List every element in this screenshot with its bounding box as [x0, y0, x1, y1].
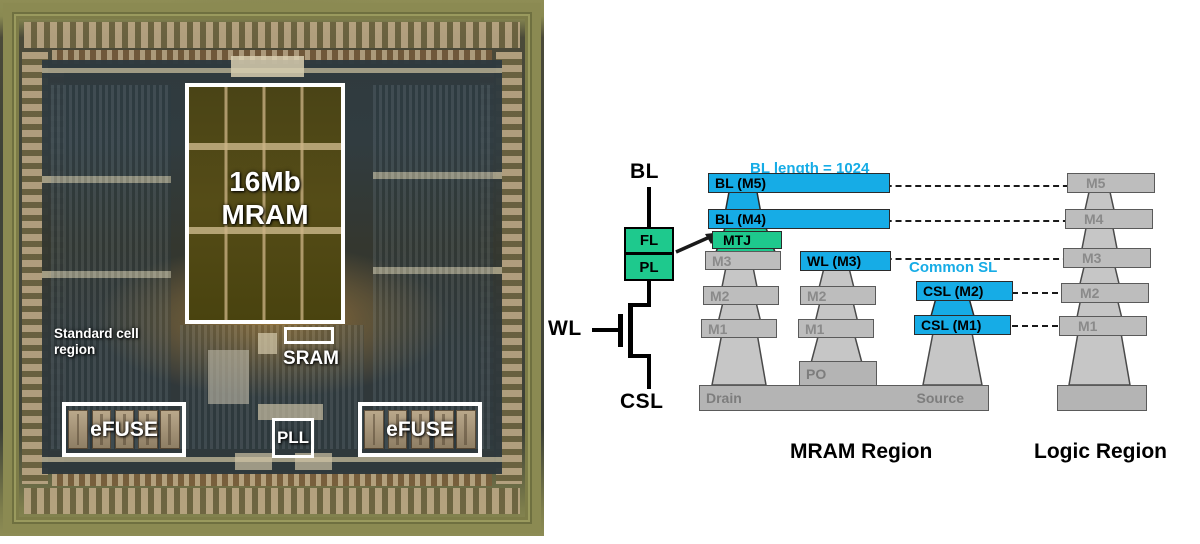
sram-label: SRAM	[283, 348, 339, 369]
pad-row-top	[24, 22, 520, 48]
metal-bar-bl-m2: M2	[703, 286, 779, 305]
substrate-bar: Drain Source	[699, 385, 989, 411]
metal-bar-label: CSL (M2)	[923, 283, 984, 299]
source-label: Source	[916, 390, 964, 406]
metal-bar-bl-m3: M3	[705, 251, 781, 270]
poly-gate-po: PO	[799, 361, 877, 387]
mram-region-caption: MRAM Region	[790, 440, 933, 463]
logic-metal-bar-m2: M2	[1061, 283, 1149, 303]
metal-bar-label: M1	[708, 320, 728, 337]
standard-cell-field-left	[51, 84, 171, 450]
die-block	[207, 349, 249, 404]
efuse-right-label: eFUSE	[386, 418, 454, 441]
metal-bar-bl-m1: M1	[701, 319, 777, 338]
logic-metal-bar-m5: M5	[1067, 173, 1155, 193]
die-block	[235, 453, 272, 470]
metal-bar-label: MTJ	[723, 232, 751, 248]
metal-bar-label: M2	[710, 287, 730, 304]
metal-bar-bl-m4: BL (M4)	[708, 209, 890, 229]
sram-callout-box	[284, 327, 334, 344]
pad-row-bottom	[24, 488, 520, 514]
logic-metal-bar-m4: M4	[1065, 209, 1153, 229]
metal-bar-label: M1	[1078, 318, 1098, 334]
metal-bar-bl-m5: BL (M5)	[708, 173, 890, 193]
standard-cell-region-label: Standard cell region	[54, 326, 139, 357]
metal-bar-label: CSL (M1)	[921, 317, 982, 333]
metal-bar-label: BL (M5)	[715, 175, 767, 191]
poly-gate-label: PO	[806, 366, 827, 382]
die-block	[258, 333, 277, 354]
mram-array-label: 16Mb MRAM	[221, 166, 309, 231]
metal-bar-label: M3	[1082, 250, 1102, 266]
metal-bar-label: WL (M3)	[807, 253, 862, 269]
metal-bar-label: M5	[1086, 175, 1106, 191]
metal-bar-csl-m1: CSL (M1)	[914, 315, 1011, 335]
metal-bar-label: BL (M4)	[715, 211, 767, 227]
figure-root: 16Mb MRAM Standard cell region SRAM eFUS…	[0, 0, 1200, 544]
chip-die-micrograph: 16Mb MRAM Standard cell region SRAM eFUS…	[0, 0, 544, 536]
metal-bar-label: M1	[805, 320, 825, 337]
standard-cell-field-right	[373, 84, 493, 450]
metal-bar-label: M2	[807, 287, 827, 304]
metal-bar-csl-m2: CSL (M2)	[916, 281, 1013, 301]
metal-bar-label: M3	[712, 252, 732, 269]
metal-bar-wl-m2: M2	[800, 286, 876, 305]
metal-bar-label: M2	[1080, 285, 1100, 301]
logic-substrate-bar	[1057, 385, 1147, 411]
drain-label: Drain	[706, 390, 742, 406]
metal-bar-wl-m3: WL (M3)	[800, 251, 891, 271]
pll-label: PLL	[276, 428, 310, 447]
metal-bar-label: M4	[1084, 211, 1104, 227]
die-block	[230, 55, 305, 77]
efuse-left-label: eFUSE	[90, 418, 158, 441]
metal-bar-wl-m1: M1	[798, 319, 874, 338]
mram-cross-section-diagram: BL FL PL WL CSL BL length = 1024 Common …	[544, 0, 1200, 544]
logic-region-caption: Logic Region	[1034, 440, 1167, 463]
pad-row-bottom-secondary	[52, 472, 492, 486]
metal-bar-mtj: MTJ	[712, 231, 782, 249]
logic-metal-bar-m1: M1	[1059, 316, 1147, 336]
logic-metal-bar-m3: M3	[1063, 248, 1151, 268]
